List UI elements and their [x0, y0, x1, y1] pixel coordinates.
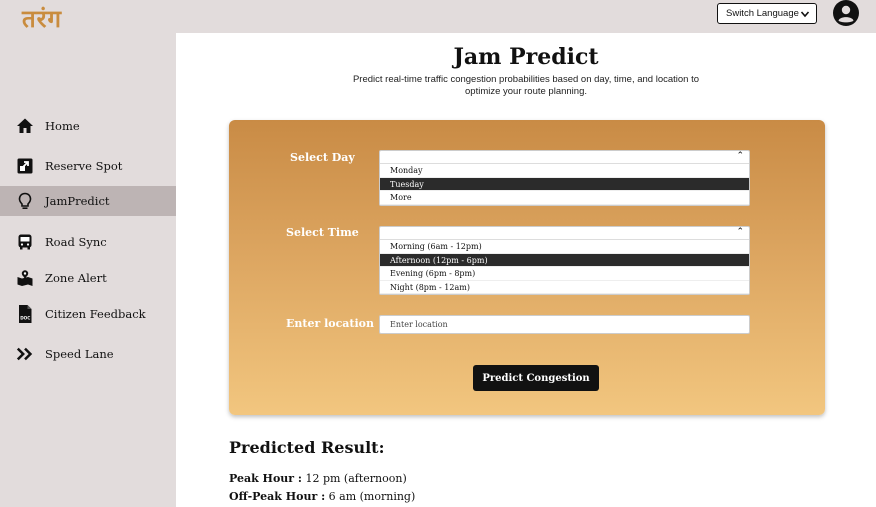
sidebar-item-reserve-spot[interactable]: Reserve Spot [0, 151, 176, 181]
sidebar-item-speed-lane[interactable]: Speed Lane [0, 339, 176, 369]
peak-hour-value: 12 pm (afternoon) [301, 472, 407, 485]
sidebar-item-label: Reserve Spot [45, 159, 123, 173]
location-input[interactable] [379, 315, 750, 334]
sidebar-item-citizen-feedback[interactable]: DOC Citizen Feedback [0, 299, 176, 329]
page-subtitle: Predict real-time traffic congestion pro… [352, 74, 700, 97]
reserve-icon [16, 157, 34, 175]
map-pin-icon [16, 269, 34, 287]
select-day-label: Select Day [290, 151, 355, 164]
switch-language-label: Switch Language [726, 8, 799, 19]
off-peak-hour-line: Off-Peak Hour : 6 am (morning) [229, 490, 415, 503]
app-logo[interactable]: तरंग [22, 2, 62, 35]
day-option-more[interactable]: More [380, 191, 749, 205]
sidebar-item-label: Road Sync [45, 235, 107, 249]
day-option-tuesday[interactable]: Tuesday [380, 177, 749, 191]
enter-location-label: Enter location [286, 317, 375, 330]
peak-hour-label: Peak Hour : [229, 472, 302, 485]
chevron-up-icon: ⌃ [736, 227, 744, 237]
select-time-label: Select Time [286, 226, 359, 239]
day-option-monday[interactable]: Monday [380, 164, 749, 178]
home-icon [16, 117, 34, 135]
time-select-header[interactable]: ⌃ [380, 227, 749, 240]
sidebar-item-label: Home [45, 119, 80, 133]
account-icon[interactable] [833, 0, 859, 26]
predict-form-card: Select Day ⌃ Monday Tuesday More Select … [229, 120, 825, 415]
sidebar-item-label: JamPredict [45, 194, 110, 208]
double-chevron-icon [16, 345, 34, 363]
bus-icon [16, 233, 34, 251]
chevron-down-icon [800, 11, 810, 18]
predict-congestion-button[interactable]: Predict Congestion [473, 365, 599, 391]
lightbulb-icon [16, 192, 34, 210]
predicted-result-title: Predicted Result: [229, 438, 385, 457]
off-peak-hour-value: 6 am (morning) [325, 490, 416, 503]
doc-icon: DOC [16, 305, 34, 323]
sidebar-item-home[interactable]: Home [0, 111, 176, 141]
page-title: Jam Predict [453, 44, 599, 70]
chevron-up-icon: ⌃ [736, 151, 744, 161]
sidebar-item-road-sync[interactable]: Road Sync [0, 227, 176, 257]
peak-hour-line: Peak Hour : 12 pm (afternoon) [229, 472, 407, 485]
sidebar: Home Reserve Spot JamPredict Road Sync Z… [0, 33, 176, 507]
time-select[interactable]: ⌃ Morning (6am - 12pm) Afternoon (12pm -… [379, 226, 750, 295]
off-peak-hour-label: Off-Peak Hour : [229, 490, 326, 503]
sidebar-item-label: Speed Lane [45, 347, 114, 361]
sidebar-item-zone-alert[interactable]: Zone Alert [0, 263, 176, 293]
time-option-night[interactable]: Night (8pm - 12am) [380, 281, 749, 294]
top-bar: तरंग Switch Language [0, 0, 876, 33]
day-select-header[interactable]: ⌃ [380, 151, 749, 164]
day-select[interactable]: ⌃ Monday Tuesday More [379, 150, 750, 206]
switch-language-button[interactable]: Switch Language [717, 3, 817, 24]
sidebar-item-label: Zone Alert [45, 271, 107, 285]
sidebar-item-jampredict[interactable]: JamPredict [0, 186, 176, 216]
sidebar-item-label: Citizen Feedback [45, 307, 146, 321]
svg-text:DOC: DOC [20, 316, 30, 321]
time-option-afternoon[interactable]: Afternoon (12pm - 6pm) [380, 253, 749, 267]
time-option-morning[interactable]: Morning (6am - 12pm) [380, 240, 749, 254]
time-option-evening[interactable]: Evening (6pm - 8pm) [380, 267, 749, 281]
